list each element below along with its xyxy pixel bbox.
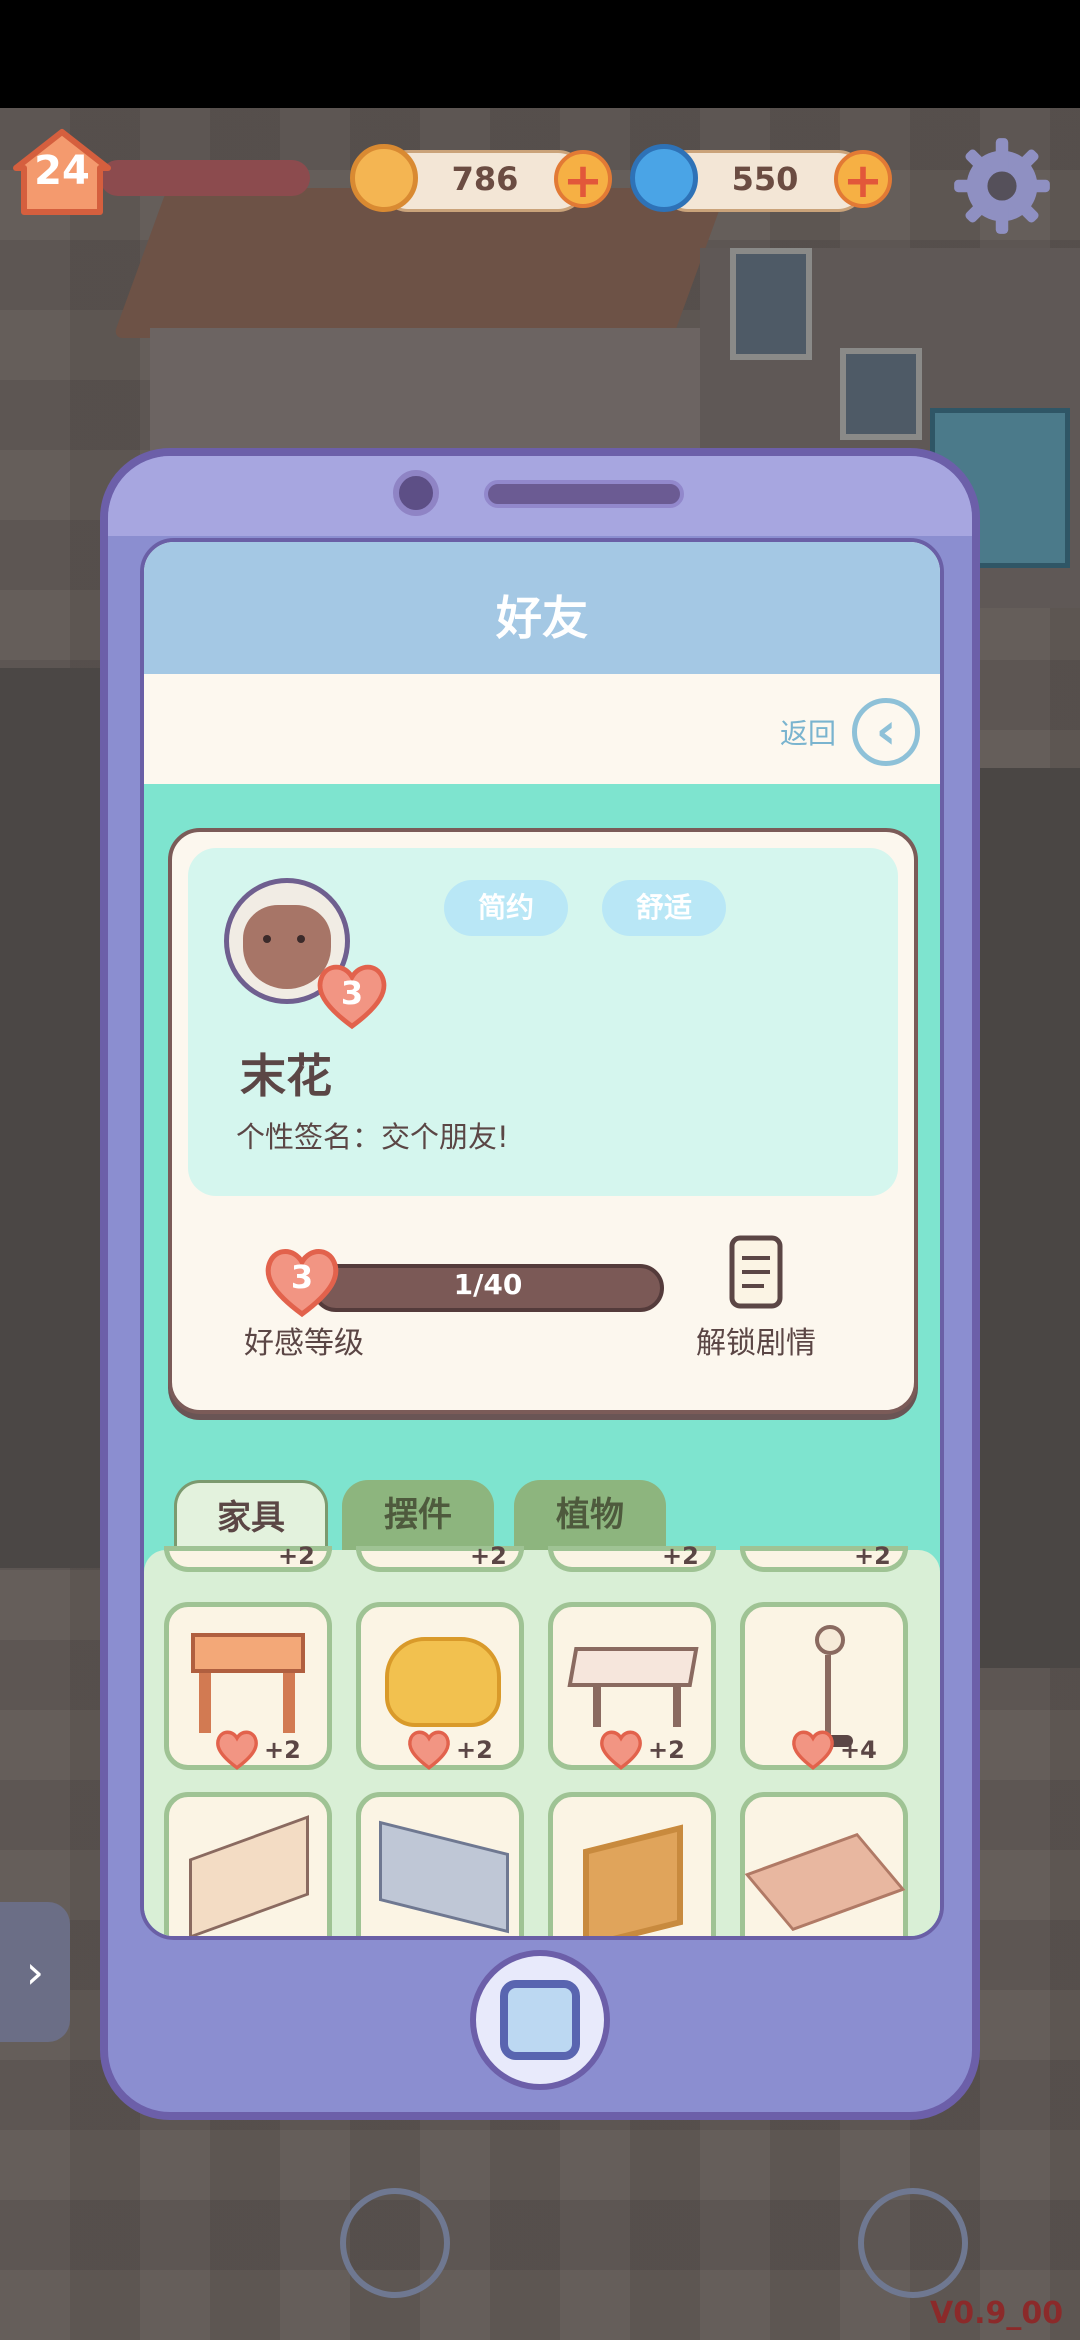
gear-icon[interactable] — [950, 134, 1054, 238]
tag-comfortable: 舒适 — [602, 880, 726, 936]
item-bonus: +2 — [278, 1542, 315, 1570]
affinity-progress-value: 1/40 — [453, 1268, 523, 1301]
back-label[interactable]: 返回 — [780, 712, 836, 752]
friend-signature: 个性签名：交个朋友! — [236, 1120, 509, 1154]
tab-plants[interactable]: 植物 — [514, 1480, 666, 1552]
coin-value: 786 — [451, 160, 519, 198]
item-bonus: +4 — [840, 1736, 877, 1764]
item-tile-staircase[interactable] — [164, 1792, 332, 1936]
version-label: V0.9_00 — [930, 2296, 1064, 2331]
dog-eye — [297, 935, 305, 943]
heart-icon — [792, 1730, 834, 1770]
home-square-icon — [500, 1980, 580, 2060]
affinity-label: 好感等级 — [244, 1326, 364, 1361]
lamp-pole — [825, 1655, 831, 1735]
stool-top — [191, 1633, 305, 1673]
unlock-story-label[interactable]: 解锁剧情 — [696, 1318, 816, 1362]
camera-icon — [393, 470, 439, 516]
heart-icon — [216, 1730, 258, 1770]
item-bonus: +2 — [456, 1736, 493, 1764]
heart-icon — [600, 1730, 642, 1770]
status-bar — [0, 0, 1080, 108]
ottoman — [385, 1637, 501, 1727]
item-bonus: +2 — [470, 1542, 507, 1570]
side-expand-button[interactable]: › — [0, 1902, 70, 2042]
bed — [379, 1820, 509, 1934]
moon-icon — [340, 2188, 450, 2298]
gem-value: 550 — [731, 160, 799, 198]
level-progress-bar — [100, 160, 310, 196]
stool-leg — [199, 1673, 211, 1733]
coin-icon — [350, 144, 418, 212]
moon-icon — [858, 2188, 968, 2298]
item-tile-rug[interactable] — [740, 1792, 908, 1936]
dog-eye — [263, 935, 271, 943]
story-scroll-icon[interactable] — [724, 1232, 790, 1312]
item-tile-painting[interactable] — [548, 1792, 716, 1936]
stool-leg — [283, 1673, 295, 1733]
page-title: 好友 — [496, 591, 588, 645]
rug — [744, 1832, 906, 1932]
back-button[interactable]: ‹ — [852, 698, 920, 766]
gem-icon — [630, 144, 698, 212]
phone-speaker — [484, 480, 684, 508]
item-bonus: +2 — [662, 1542, 699, 1570]
table-leg — [673, 1687, 681, 1727]
heart-level-value: 3 — [340, 974, 364, 1012]
add-coins-button[interactable]: + — [554, 150, 612, 208]
wall-picture — [840, 348, 922, 440]
item-tile-bed[interactable] — [356, 1792, 524, 1936]
table-leg — [593, 1687, 601, 1727]
table-top — [567, 1647, 699, 1687]
staircase — [189, 1815, 309, 1936]
lamp-shade — [815, 1625, 845, 1655]
affinity-level-value: 3 — [290, 1258, 314, 1296]
add-gems-button[interactable]: + — [834, 150, 892, 208]
wall-picture — [730, 248, 812, 360]
item-grid: +2 +2 +2 +2 +2 +2 +2 +4 — [144, 1542, 940, 1936]
tag-simple: 简约 — [444, 880, 568, 936]
item-bonus: +2 — [854, 1542, 891, 1570]
level-number: 24 — [34, 148, 90, 194]
item-bonus: +2 — [264, 1736, 301, 1764]
painting — [583, 1824, 683, 1936]
item-bonus: +2 — [648, 1736, 685, 1764]
friend-screen: 好友 返回 ‹ 3 简约 舒适 末花 个性签名：交个朋友! 1/40 3 好感等… — [140, 538, 944, 1940]
heart-icon — [408, 1730, 450, 1770]
friend-name: 末花 — [240, 1049, 332, 1103]
